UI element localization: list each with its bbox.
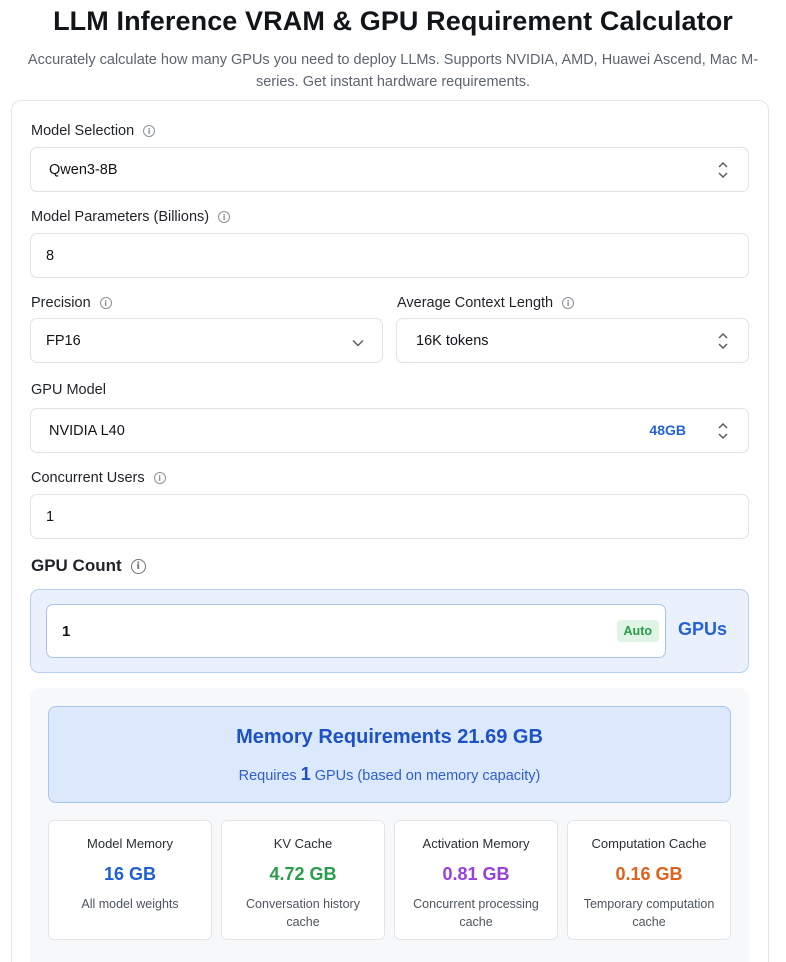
gpu-memory-badge: 48GB: [649, 422, 686, 438]
model-parameters-label: Model Parameters (Billions): [31, 209, 210, 225]
gpu-count-label-row: GPU Count i: [31, 556, 146, 576]
gpu-count-box: 1 Auto GPUs: [30, 589, 749, 673]
info-icon[interactable]: i: [153, 472, 166, 484]
info-icon[interactable]: i: [99, 297, 112, 309]
context-length-label-row: Average Context Length i: [397, 295, 575, 311]
stat-card-model-memory: Model Memory 16 GB All model weights: [48, 820, 212, 940]
page-subtitle: Accurately calculate how many GPUs you n…: [27, 52, 759, 90]
gpu-model-value: NVIDIA L40: [49, 422, 125, 439]
concurrent-users-label: Concurrent Users: [31, 470, 145, 486]
stat-value: 16 GB: [103, 864, 157, 884]
requires-prefix: Requires: [238, 768, 297, 784]
requires-suffix: GPUs (based on memory capacity): [314, 768, 541, 784]
stat-description: Concurrent processing cache: [413, 897, 539, 929]
gpu-requirement-text: Requires 1 GPUs (based on memory capacit…: [49, 764, 730, 785]
info-icon[interactable]: i: [130, 558, 146, 574]
updown-chevron-icon: [718, 333, 728, 349]
stat-description: Conversation history cache: [246, 897, 360, 929]
gpu-count-label: GPU Count: [31, 556, 122, 575]
context-length-value: 16K tokens: [416, 332, 489, 349]
precision-label: Precision: [31, 295, 91, 311]
auto-tag: Auto: [616, 620, 659, 642]
stat-description: Temporary computation cache: [583, 897, 715, 929]
stat-card-activation-memory: Activation Memory 0.81 GB Concurrent pro…: [394, 820, 558, 940]
concurrent-users-value: 1: [46, 508, 55, 525]
memory-requirements-title: Memory Requirements 21.69 GB: [236, 726, 543, 748]
gpu-model-label-row: GPU Model: [31, 382, 106, 398]
stat-label: Activation Memory: [422, 836, 530, 851]
updown-chevron-icon: [718, 423, 728, 439]
info-icon[interactable]: i: [218, 211, 231, 223]
model-selection-select[interactable]: Qwen3-8B: [30, 147, 749, 192]
page-title: LLM Inference VRAM & GPU Requirement Cal…: [53, 6, 733, 36]
gpu-count-input[interactable]: 1 Auto: [46, 604, 666, 658]
stat-card-kv-cache: KV Cache 4.72 GB Conversation history ca…: [221, 820, 385, 940]
model-parameters-input[interactable]: 8: [30, 233, 749, 278]
gpu-count-value: 1: [62, 622, 71, 640]
context-length-label: Average Context Length: [397, 295, 554, 311]
requires-count: 1: [300, 764, 311, 784]
results-panel: Memory Requirements 21.69 GB Requires 1 …: [30, 688, 749, 962]
model-selection-label-row: Model Selection i: [31, 123, 156, 139]
precision-select[interactable]: FP16: [30, 318, 383, 363]
updown-chevron-icon: [718, 162, 728, 178]
model-parameters-value: 8: [46, 247, 55, 264]
gpu-count-unit: GPUs: [678, 619, 728, 639]
stat-value: 0.81 GB: [442, 864, 510, 884]
gpu-model-label: GPU Model: [31, 382, 106, 398]
chevron-down-icon: [352, 335, 364, 351]
model-selection-value: Qwen3-8B: [49, 161, 118, 178]
stat-label: Model Memory: [87, 836, 173, 851]
context-length-select[interactable]: 16K tokens: [396, 318, 749, 363]
stat-card-computation-cache: Computation Cache 0.16 GB Temporary comp…: [567, 820, 731, 940]
concurrent-users-input[interactable]: 1: [30, 494, 749, 539]
memory-requirements-banner: Memory Requirements 21.69 GB Requires 1 …: [48, 706, 731, 803]
precision-label-row: Precision i: [31, 295, 112, 311]
stat-label: Computation Cache: [591, 836, 707, 851]
model-selection-label: Model Selection: [31, 123, 135, 139]
stat-value: 4.72 GB: [269, 864, 337, 884]
stat-description: All model weights: [81, 897, 179, 911]
stat-value: 0.16 GB: [615, 864, 683, 884]
precision-value: FP16: [46, 332, 81, 349]
stat-label: KV Cache: [273, 836, 333, 851]
info-icon[interactable]: i: [143, 125, 156, 137]
concurrent-users-label-row: Concurrent Users i: [31, 470, 166, 486]
model-parameters-label-row: Model Parameters (Billions) i: [31, 209, 231, 225]
gpu-model-select[interactable]: NVIDIA L40 48GB: [30, 408, 749, 453]
info-icon[interactable]: i: [562, 297, 575, 309]
